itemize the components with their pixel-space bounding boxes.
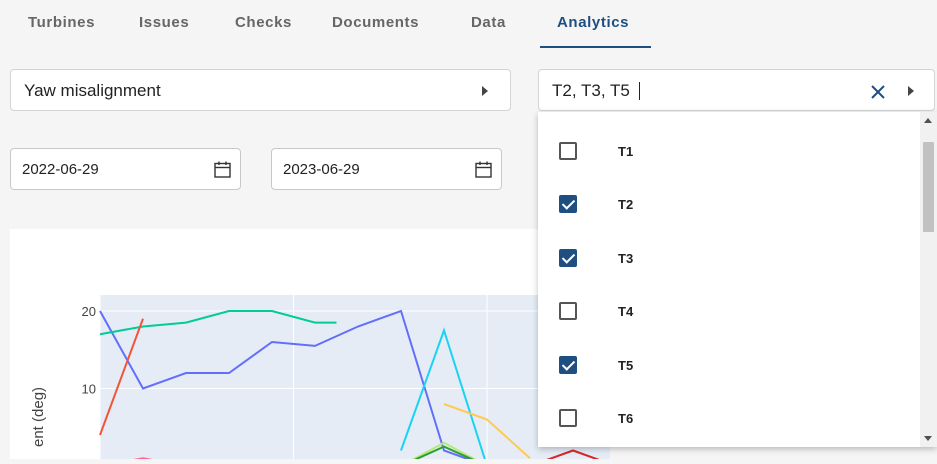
tab-issues[interactable]: Issues: [139, 14, 189, 31]
turbine-multiselect[interactable]: T2, T3, T5: [538, 69, 935, 111]
line-chart: 10 20 ent (deg): [30, 295, 614, 464]
y-tick-label: 10: [82, 382, 96, 397]
turbine-option-label: T3: [618, 250, 634, 266]
end-date-input[interactable]: 2023-06-29: [271, 148, 502, 190]
end-date-value: 2023-06-29: [283, 161, 360, 178]
calendar-icon[interactable]: [475, 161, 492, 178]
tab-checks[interactable]: Checks: [235, 14, 292, 31]
active-tab-indicator: [540, 46, 651, 48]
turbine-option[interactable]: T4: [538, 284, 920, 337]
turbine-option[interactable]: T2: [538, 177, 920, 230]
tab-data[interactable]: Data: [471, 14, 506, 31]
calendar-icon[interactable]: [214, 161, 231, 178]
text-caret: [639, 82, 640, 100]
turbine-option[interactable]: T1: [538, 124, 920, 177]
turbine-option[interactable]: T5: [538, 338, 920, 391]
turbine-option[interactable]: T3: [538, 231, 920, 284]
tab-turbines[interactable]: Turbines: [28, 14, 95, 31]
chevron-right-icon[interactable]: [908, 86, 914, 96]
metric-select-value: Yaw misalignment: [24, 81, 161, 100]
start-date-input[interactable]: 2022-06-29: [10, 148, 241, 190]
y-axis-label: ent (deg): [30, 387, 47, 447]
checkbox[interactable]: [559, 142, 577, 160]
start-date-value: 2022-06-29: [22, 161, 99, 178]
checkbox-checked[interactable]: [559, 355, 577, 374]
turbine-select-value: T2, T3, T5: [552, 81, 630, 100]
y-tick-label: 20: [82, 304, 96, 319]
turbine-option-label: T5: [618, 357, 634, 373]
metric-select[interactable]: Yaw misalignment: [10, 69, 511, 111]
scrollbar[interactable]: [920, 112, 937, 447]
scrollbar-thumb[interactable]: [923, 142, 934, 232]
turbine-option-label: T1: [618, 144, 634, 159]
scroll-up-icon[interactable]: [924, 118, 932, 123]
tab-documents[interactable]: Documents: [332, 14, 419, 31]
turbine-options-dropdown: T1 T2 T3 T4 T5 T6: [538, 112, 937, 447]
tab-analytics[interactable]: Analytics: [557, 14, 629, 31]
tab-bar: Turbines Issues Checks Documents Data An…: [0, 0, 937, 48]
turbine-option-label: T6: [618, 411, 634, 426]
turbine-option[interactable]: T6: [538, 391, 920, 444]
checkbox-checked[interactable]: [559, 248, 577, 267]
turbine-option-label: T2: [618, 197, 634, 213]
checkbox-checked[interactable]: [559, 195, 577, 214]
scroll-down-icon[interactable]: [924, 436, 932, 441]
chart-card: 10 20 ent (deg): [10, 229, 614, 464]
clear-icon[interactable]: [870, 84, 886, 100]
checkbox[interactable]: [559, 302, 577, 321]
chevron-right-icon[interactable]: [482, 86, 488, 96]
checkbox[interactable]: [559, 409, 577, 427]
turbine-option-label: T4: [618, 304, 634, 320]
